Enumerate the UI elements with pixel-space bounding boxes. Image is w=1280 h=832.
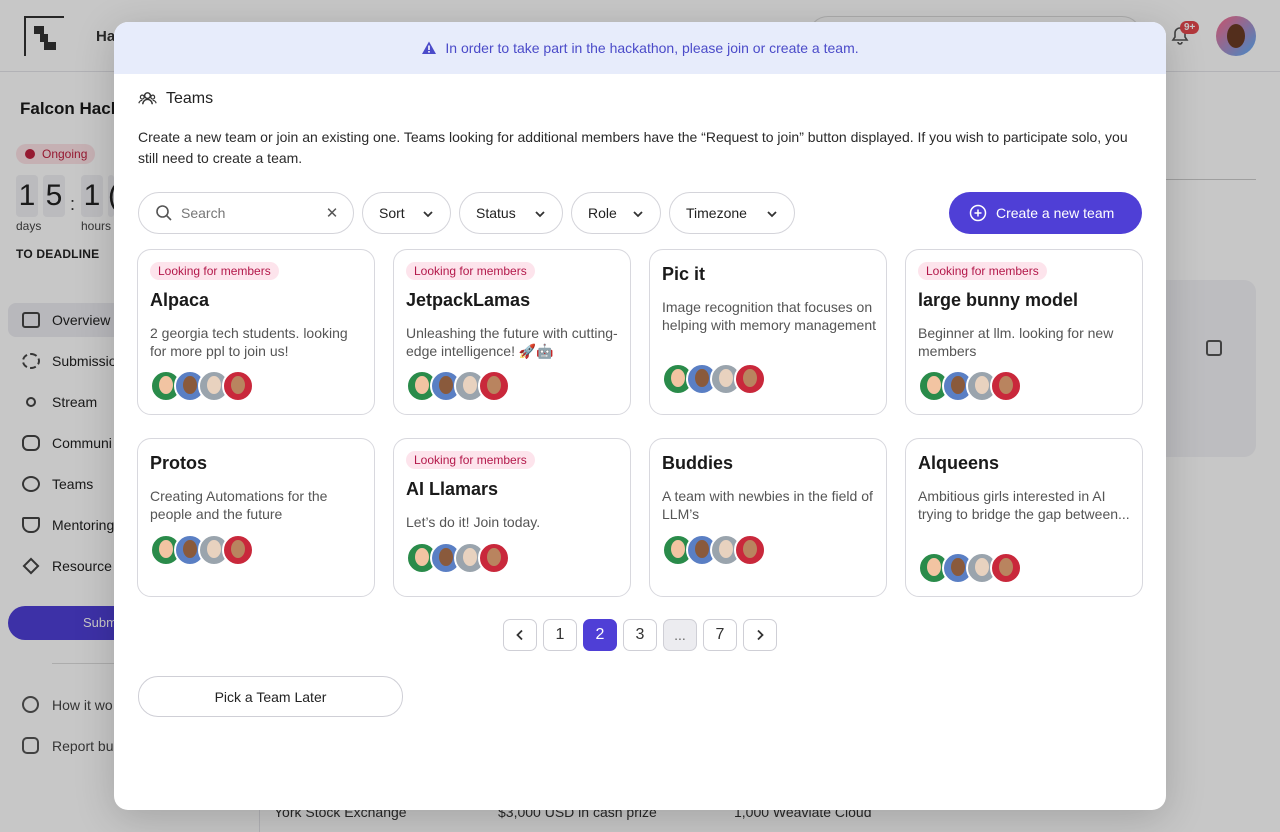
timezone-dropdown[interactable]: Timezone [669, 192, 795, 234]
team-name: Pic it [662, 264, 706, 284]
member-avatars [150, 534, 260, 566]
member-avatars [918, 370, 1028, 402]
team-name: large bunny model [918, 290, 1079, 310]
teams-icon [138, 92, 157, 105]
search-icon [156, 205, 172, 221]
team-card-buddies[interactable]: Buddies A team with newbies in the field… [649, 438, 887, 597]
teams-description: Create a new team or join an existing on… [138, 129, 1128, 166]
teams-modal: In order to take part in the hackathon, … [114, 22, 1166, 810]
avatar [734, 534, 766, 566]
search-input[interactable] [181, 203, 321, 223]
team-search: ✕ [138, 192, 354, 234]
avatar [990, 552, 1022, 584]
avatar [478, 542, 510, 574]
member-avatars [406, 370, 516, 402]
filter-label: Timezone [686, 205, 747, 221]
looking-badge: Looking for members [150, 262, 279, 280]
team-description: Image recognition that focuses on helpin… [662, 299, 876, 333]
page-button-1[interactable]: 1 [543, 619, 577, 651]
chevron-right-icon [757, 629, 764, 641]
team-description: 2 georgia tech students. looking for mor… [150, 325, 348, 359]
member-avatars [918, 552, 1028, 584]
plus-circle-icon [969, 204, 987, 222]
chevron-down-icon [423, 211, 433, 218]
chevron-down-icon [767, 211, 777, 218]
page-button-2[interactable]: 2 [583, 619, 617, 651]
team-card-alqueens[interactable]: Alqueens Ambitious girls interested in A… [905, 438, 1143, 597]
team-name: Protos [150, 453, 208, 473]
team-name: Alqueens [918, 453, 1000, 473]
pick-team-later-button[interactable]: Pick a Team Later [138, 676, 403, 717]
sort-dropdown[interactable]: Sort [362, 192, 451, 234]
avatar [222, 370, 254, 402]
team-description: Unleashing the future with cutting-edge … [406, 325, 618, 359]
warning-icon [422, 41, 437, 54]
team-card-protos[interactable]: Protos Creating Automations for the peop… [137, 438, 375, 597]
avatar [990, 370, 1022, 402]
create-team-label: Create a new team [996, 205, 1115, 221]
member-avatars [150, 370, 260, 402]
member-avatars [662, 534, 772, 566]
role-dropdown[interactable]: Role [571, 192, 661, 234]
chevron-down-icon [535, 211, 545, 218]
team-description: A team with newbies in the field of LLM’… [662, 488, 873, 522]
member-avatars [662, 363, 772, 395]
chevron-left-icon [516, 629, 523, 641]
chevron-down-icon [633, 211, 643, 218]
prev-page-button[interactable] [503, 619, 537, 651]
filter-label: Sort [379, 205, 405, 221]
team-card-ai-llamars[interactable]: Looking for members AI Llamars Let’s do … [393, 438, 631, 597]
status-dropdown[interactable]: Status [459, 192, 563, 234]
alert-banner: In order to take part in the hackathon, … [114, 22, 1166, 74]
create-team-button[interactable]: Create a new team [949, 192, 1142, 234]
section-title: Teams [166, 89, 214, 107]
looking-badge: Looking for members [918, 262, 1047, 280]
team-description: Beginner at llm. looking for new members [918, 325, 1114, 359]
next-page-button[interactable] [743, 619, 777, 651]
team-description: Ambitious girls interested in AI trying … [918, 488, 1130, 522]
clear-icon[interactable]: ✕ [325, 204, 339, 222]
page-button-7[interactable]: 7 [703, 619, 737, 651]
team-name: JetpackLamas [406, 290, 531, 310]
page-button-3[interactable]: 3 [623, 619, 657, 651]
team-card-alpaca[interactable]: Looking for members Alpaca 2 georgia tec… [137, 249, 375, 415]
team-name: Buddies [662, 453, 734, 473]
looking-badge: Looking for members [406, 262, 535, 280]
team-card-jetpacklamas[interactable]: Looking for members JetpackLamas Unleash… [393, 249, 631, 415]
avatar [478, 370, 510, 402]
looking-badge: Looking for members [406, 451, 535, 469]
avatar [734, 363, 766, 395]
team-card-large-bunny-model[interactable]: Looking for members large bunny model Be… [905, 249, 1143, 415]
avatar [222, 534, 254, 566]
alert-text: In order to take part in the hackathon, … [445, 40, 859, 56]
team-name: AI Llamars [406, 479, 499, 499]
filter-label: Role [588, 205, 617, 221]
member-avatars [406, 542, 516, 574]
section-header: Teams [138, 89, 213, 108]
team-name: Alpaca [150, 290, 210, 310]
page-ellipsis: ... [663, 619, 697, 651]
team-description: Creating Automations for the people and … [150, 488, 328, 522]
team-description: Let’s do it! Join today. [406, 514, 541, 530]
filter-label: Status [476, 205, 516, 221]
team-card-pic-it[interactable]: Pic it Image recognition that focuses on… [649, 249, 887, 415]
